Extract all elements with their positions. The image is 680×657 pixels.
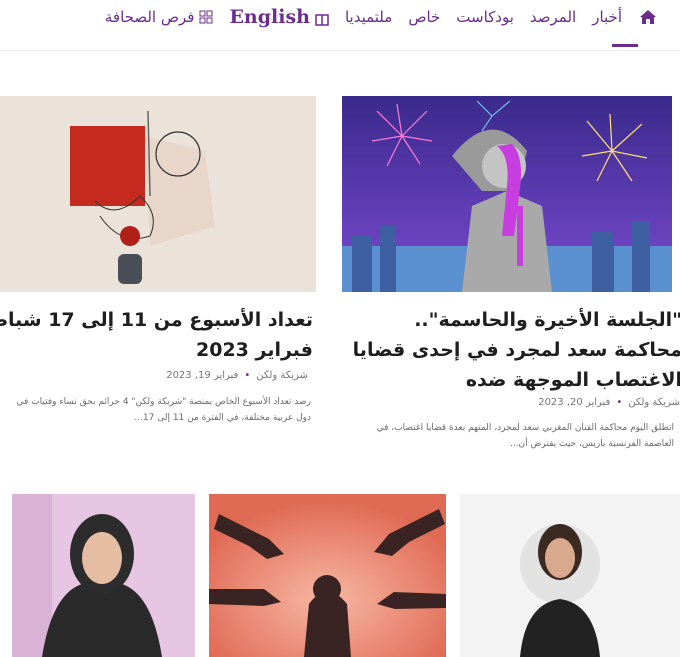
article-meta-2: شريكة ولكن • فبراير 19, 2023 — [166, 370, 308, 381]
article-image-4[interactable] — [209, 494, 446, 657]
article-date-2: فبراير 19, 2023 — [166, 370, 239, 381]
article-image-3[interactable] — [12, 494, 195, 657]
article-title-2[interactable]: تعداد الأسبوع من 11 إلى 17 شباط/فبراير 2… — [0, 305, 313, 365]
article-card-2[interactable]: تعداد الأسبوع من 11 إلى 17 شباط/فبراير 2… — [0, 0, 680, 480]
article-image-5[interactable] — [460, 494, 680, 657]
article-author-2[interactable]: شريكة ولكن — [256, 370, 308, 381]
article-excerpt-2: رصد تعداد الأسبوع الخاص بمنصة "شريكة ولك… — [16, 397, 311, 423]
meta-separator-dot: • — [244, 370, 251, 381]
article-image-2[interactable] — [0, 96, 316, 292]
